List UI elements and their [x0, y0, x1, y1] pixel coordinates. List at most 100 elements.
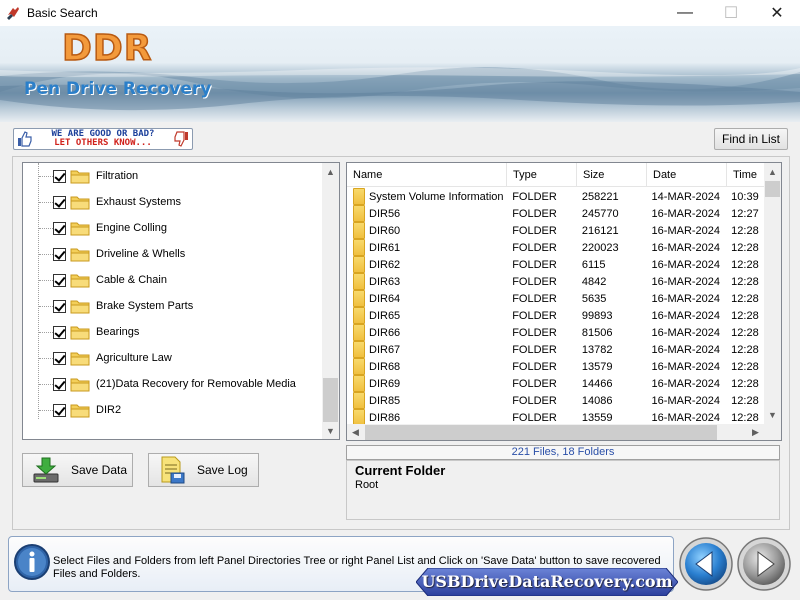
folder-icon	[70, 352, 90, 365]
table-row[interactable]: DIR85 FOLDER 14086 16-MAR-2024 12:28	[347, 392, 765, 409]
tree-item-checkbox[interactable]	[53, 273, 66, 287]
tree-item-checkbox[interactable]	[53, 169, 66, 183]
column-header-date[interactable]: Date	[647, 163, 727, 187]
file-list[interactable]: Name Type Size Date Time System Volume I…	[346, 162, 782, 441]
table-row[interactable]: DIR63 FOLDER 4842 16-MAR-2024 12:28	[347, 273, 765, 290]
tree-item[interactable]: Brake System Parts	[39, 296, 193, 316]
table-row[interactable]: DIR64 FOLDER 5635 16-MAR-2024 12:28	[347, 290, 765, 307]
thumbs-down-icon	[174, 131, 188, 147]
tree-connector	[39, 331, 53, 333]
thumbs-up-icon	[18, 131, 32, 147]
folder-icon	[353, 341, 365, 358]
row-name-text: DIR65	[369, 309, 401, 322]
column-header-time[interactable]: Time	[727, 163, 767, 187]
scroll-left-arrow-icon[interactable]: ◀	[347, 424, 364, 440]
table-row[interactable]: DIR56 FOLDER 245770 16-MAR-2024 12:27	[347, 205, 765, 222]
tree-item-checkbox[interactable]	[53, 221, 66, 235]
tree-item-checkbox[interactable]	[53, 299, 66, 313]
row-type: FOLDER	[512, 292, 557, 305]
tree-item[interactable]: Bearings	[39, 322, 139, 342]
row-name-text: DIR62	[369, 258, 401, 271]
minimize-button[interactable]: —	[662, 0, 708, 26]
tree-item-label: DIR2	[96, 404, 122, 416]
find-in-list-button[interactable]: Find in List	[714, 128, 788, 150]
tree-item[interactable]: Engine Colling	[39, 218, 167, 238]
table-row[interactable]: DIR68 FOLDER 13579 16-MAR-2024 12:28	[347, 358, 765, 375]
scroll-corner	[765, 424, 781, 440]
maximize-button[interactable]: ☐	[708, 0, 754, 26]
website-link[interactable]: USBDriveDataRecovery.com	[416, 568, 678, 596]
close-button[interactable]: ✕	[754, 0, 800, 26]
table-row[interactable]: DIR65 FOLDER 99893 16-MAR-2024 12:28	[347, 307, 765, 324]
tree-item[interactable]: Agriculture Law	[39, 348, 172, 368]
row-size: 99893	[581, 309, 613, 322]
tree-item[interactable]: DIR2	[39, 400, 121, 420]
row-name-text: DIR68	[369, 360, 401, 373]
folder-icon	[70, 196, 90, 209]
row-type: FOLDER	[512, 241, 557, 254]
row-size: 14466	[581, 377, 613, 390]
tree-item-checkbox[interactable]	[53, 247, 66, 261]
row-time: 12:28	[731, 292, 759, 305]
tree-item[interactable]: (21)Data Recovery for Removable Media	[39, 374, 296, 394]
tree-scroll-thumb[interactable]	[323, 378, 338, 422]
list-scroll-down-arrow-icon[interactable]: ▼	[764, 406, 781, 423]
table-row[interactable]: DIR66 FOLDER 81506 16-MAR-2024 12:28	[347, 324, 765, 341]
row-name: DIR85	[347, 392, 506, 409]
table-row[interactable]: DIR62 FOLDER 6115 16-MAR-2024 12:28	[347, 256, 765, 273]
list-rows: System Volume Information FOLDER 258221 14-…	[347, 188, 765, 426]
tree-item[interactable]: Filtration	[39, 166, 138, 186]
row-type: FOLDER	[512, 377, 557, 390]
row-type: FOLDER	[512, 224, 557, 237]
tree-item-checkbox[interactable]	[53, 325, 66, 339]
scroll-down-arrow-icon[interactable]: ▼	[322, 422, 339, 439]
list-scroll-up-arrow-icon[interactable]: ▲	[764, 163, 781, 180]
table-row[interactable]: DIR69 FOLDER 14466 16-MAR-2024 12:28	[347, 375, 765, 392]
row-name: DIR64	[347, 290, 506, 307]
tree-vertical-scrollbar[interactable]: ▲ ▼	[322, 163, 339, 439]
row-name: DIR68	[347, 358, 506, 375]
column-header-size[interactable]: Size	[577, 163, 647, 187]
list-header: Name Type Size Date Time	[347, 163, 767, 187]
table-row[interactable]: DIR67 FOLDER 13782 16-MAR-2024 12:28	[347, 341, 765, 358]
table-row[interactable]: DIR61 FOLDER 220023 16-MAR-2024 12:28	[347, 239, 765, 256]
product-name: Pen Drive Recovery	[24, 79, 212, 99]
row-name: DIR67	[347, 341, 506, 358]
column-header-name[interactable]: Name	[347, 163, 507, 187]
list-horizontal-scrollbar[interactable]: ◀ ▶	[347, 424, 765, 440]
tree-item[interactable]: Driveline & Whells	[39, 244, 185, 264]
tree-item-checkbox[interactable]	[53, 351, 66, 365]
feedback-badge[interactable]: WE ARE GOOD OR BAD? LET OTHERS KNOW...	[13, 128, 193, 150]
list-scroll-thumb[interactable]	[765, 181, 780, 197]
row-time: 12:28	[731, 411, 759, 424]
folder-icon	[70, 170, 90, 183]
scroll-right-arrow-icon[interactable]: ▶	[747, 424, 764, 440]
row-name-text: DIR56	[369, 207, 401, 220]
row-name: System Volume Information	[347, 188, 506, 205]
scroll-up-arrow-icon[interactable]: ▲	[322, 163, 339, 180]
tree-item-checkbox[interactable]	[53, 195, 66, 209]
back-button[interactable]	[678, 536, 734, 592]
list-vertical-scrollbar[interactable]: ▲ ▼	[764, 163, 781, 424]
folder-icon	[353, 307, 365, 324]
tree-item[interactable]: Exhaust Systems	[39, 192, 181, 212]
row-size: 6115	[581, 258, 606, 271]
save-log-button[interactable]: Save Log	[148, 453, 259, 487]
next-button[interactable]	[736, 536, 792, 592]
tree-item-checkbox[interactable]	[53, 377, 66, 391]
save-data-button[interactable]: Save Data	[22, 453, 133, 487]
tree-item-label: Driveline & Whells	[96, 248, 186, 260]
tree-item[interactable]: Cable & Chain	[39, 270, 167, 290]
row-time: 12:28	[731, 326, 759, 339]
table-row[interactable]: System Volume Information FOLDER 258221 14-…	[347, 188, 765, 205]
row-date: 16-MAR-2024	[651, 377, 721, 390]
table-row[interactable]: DIR60 FOLDER 216121 16-MAR-2024 12:28	[347, 222, 765, 239]
save-log-label: Save Log	[197, 463, 248, 477]
column-header-type[interactable]: Type	[507, 163, 577, 187]
directory-tree[interactable]: Filtration Exhaust Systems Engine Colling D…	[22, 162, 340, 440]
row-name: DIR63	[347, 273, 506, 290]
list-hscroll-thumb[interactable]	[365, 425, 717, 440]
row-name-text: DIR86	[369, 411, 401, 424]
tree-item-label: Engine Colling	[96, 222, 167, 234]
tree-item-checkbox[interactable]	[53, 403, 66, 417]
